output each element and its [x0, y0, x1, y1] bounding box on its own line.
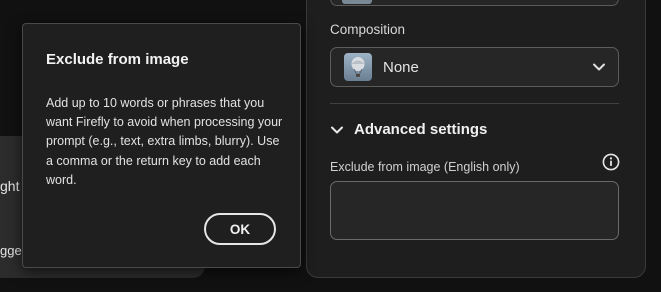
divider: [330, 103, 619, 104]
advanced-settings-toggle[interactable]: Advanced settings: [330, 121, 487, 138]
exclude-from-image-label: Exclude from image (English only): [330, 160, 520, 174]
previous-select-thumbnail: [342, 0, 372, 4]
chevron-down-icon: [593, 63, 605, 71]
composition-select[interactable]: None: [330, 47, 619, 87]
popover-title: Exclude from image: [46, 51, 189, 68]
left-panel-text-fragment: ght: [0, 178, 20, 194]
chevron-down-icon: [331, 126, 343, 133]
composition-value: None: [383, 58, 419, 76]
exclude-info-popover: Exclude from image Add up to 10 words or…: [22, 23, 301, 268]
composition-label: Composition: [330, 22, 406, 37]
ok-button[interactable]: OK: [204, 213, 276, 245]
exclude-from-image-input[interactable]: [330, 181, 619, 240]
advanced-settings-label: Advanced settings: [354, 121, 488, 138]
previous-select-field[interactable]: [330, 0, 619, 6]
info-icon[interactable]: [602, 153, 620, 171]
popover-body: Add up to 10 words or phrases that you w…: [46, 96, 283, 187]
app-root: ght gges Composition None Advanced setti…: [0, 0, 661, 292]
hot-air-balloon-thumbnail-icon: [344, 53, 372, 81]
